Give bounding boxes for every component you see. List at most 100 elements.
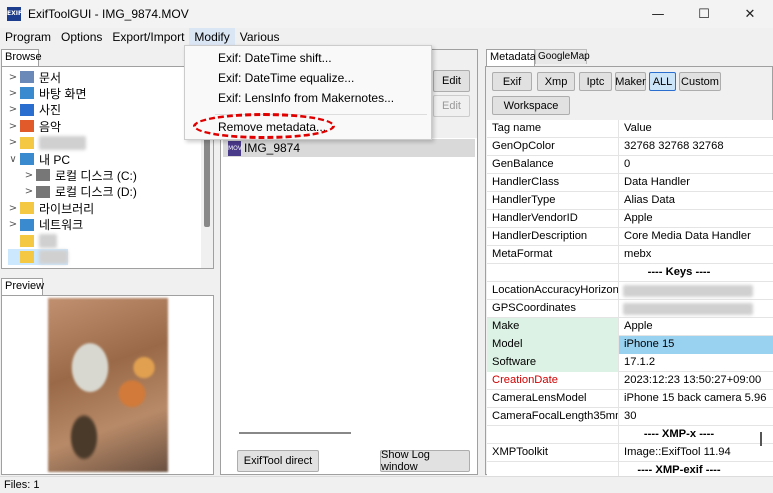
- metadata-row[interactable]: HandlerDescription Core Media Data Handle…: [487, 228, 773, 246]
- tag-value-cell[interactable]: Core Media Data Handler: [619, 228, 773, 246]
- metadata-row[interactable]: GenBalance 0: [487, 156, 773, 174]
- tag-name-cell[interactable]: [487, 264, 619, 282]
- metadata-row[interactable]: HandlerVendorID Apple: [487, 210, 773, 228]
- metadata-row[interactable]: HandlerClass Data Handler: [487, 174, 773, 192]
- metadata-row[interactable]: Model iPhone 15: [487, 336, 773, 354]
- tag-name-cell[interactable]: CameraFocalLength35mm: [487, 408, 619, 426]
- tag-name-cell[interactable]: [487, 426, 619, 444]
- value-header[interactable]: Value: [619, 120, 773, 138]
- xmp-button[interactable]: Xmp: [537, 72, 575, 91]
- tree-item[interactable]: > 로컬 디스크 (C:): [24, 167, 137, 183]
- metadata-row[interactable]: LocationAccuracyHorizont ■■ ■■■■: [487, 282, 773, 300]
- tab-googlemap[interactable]: GoogleMap: [535, 49, 590, 64]
- tag-name-cell[interactable]: GenOpColor: [487, 138, 619, 156]
- tag-name-cell[interactable]: CreationDate: [487, 372, 619, 390]
- tree-item[interactable]: > 사진: [8, 102, 61, 118]
- tag-name-cell[interactable]: LocationAccuracyHorizont: [487, 282, 619, 300]
- chevron-right-icon[interactable]: >: [8, 72, 18, 83]
- tree-item[interactable]: > 로컬 디스크 (D:): [24, 184, 137, 200]
- tag-value-cell[interactable]: Apple: [619, 210, 773, 228]
- tag-value-cell[interactable]: Data Handler: [619, 174, 773, 192]
- tree-item[interactable]: ■ ■: [8, 233, 57, 249]
- menu-options[interactable]: Options: [56, 28, 107, 47]
- workspace-button[interactable]: Workspace: [492, 96, 570, 115]
- tree-item[interactable]: > 네트워크: [8, 217, 83, 233]
- tag-value-cell[interactable]: 2023:12:23 13:50:27+09:00: [619, 372, 773, 390]
- tag-value-cell[interactable]: 32768 32768 32768: [619, 138, 773, 156]
- metadata-row[interactable]: HandlerType Alias Data: [487, 192, 773, 210]
- chevron-right-icon[interactable]: >: [8, 137, 18, 148]
- menu-export-import[interactable]: Export/Import: [107, 28, 189, 47]
- tab-preview[interactable]: Preview: [1, 278, 44, 295]
- tag-name-cell[interactable]: HandlerDescription: [487, 228, 619, 246]
- chevron-right-icon[interactable]: >: [8, 219, 18, 230]
- tag-value-cell[interactable]: 30: [619, 408, 773, 426]
- chevron-right-icon[interactable]: >: [8, 88, 18, 99]
- tag-value-cell[interactable]: iPhone 15 back camera 5.96: [619, 390, 773, 408]
- file-list-hscrollbar[interactable]: [239, 432, 351, 434]
- close-icon[interactable]: ✕: [727, 0, 773, 28]
- maker-button[interactable]: Maker: [615, 72, 646, 91]
- grid-scrollbar[interactable]: [760, 432, 762, 446]
- metadata-grid[interactable]: Tag name Value GenOpColor 32768 32768 327…: [487, 120, 773, 476]
- metadata-row[interactable]: ---- XMP-exif ----: [487, 462, 773, 476]
- all-button[interactable]: ALL: [649, 72, 676, 91]
- metadata-row[interactable]: ---- Keys ----: [487, 264, 773, 282]
- tree-item[interactable]: > ■■ ■■■■: [8, 135, 86, 151]
- tag-value-cell[interactable]: iPhone 15: [619, 336, 773, 354]
- tag-name-cell[interactable]: Make: [487, 318, 619, 336]
- tag-value-cell[interactable]: mebx: [619, 246, 773, 264]
- tag-value-cell[interactable]: ---- Keys ----: [619, 264, 739, 282]
- tag-value-cell[interactable]: 17.1.2: [619, 354, 773, 372]
- tag-name-cell[interactable]: CameraLensModel: [487, 390, 619, 408]
- metadata-row[interactable]: GenOpColor 32768 32768 32768: [487, 138, 773, 156]
- metadata-row[interactable]: ---- XMP-x ----: [487, 426, 773, 444]
- tag-name-cell[interactable]: HandlerType: [487, 192, 619, 210]
- chevron-right-icon[interactable]: >: [8, 203, 18, 214]
- tag-value-cell[interactable]: Apple: [619, 318, 773, 336]
- chevron-right-icon[interactable]: >: [8, 104, 18, 115]
- tag-value-cell[interactable]: ■■ ■■■■: [623, 285, 753, 297]
- tab-metadata[interactable]: Metadata: [486, 49, 536, 66]
- metadata-row[interactable]: CameraLensModel iPhone 15 back camera 5.9…: [487, 390, 773, 408]
- file-row[interactable]: MOV IMG_9874: [223, 139, 475, 157]
- menu-program[interactable]: Program: [0, 28, 56, 47]
- tag-value-cell[interactable]: ---- XMP-x ----: [619, 426, 739, 444]
- tag-name-cell[interactable]: [487, 462, 619, 476]
- tag-name-cell[interactable]: Software: [487, 354, 619, 372]
- custom-button[interactable]: Custom: [679, 72, 721, 91]
- exiftool-direct-button[interactable]: ExifTool direct: [237, 450, 319, 472]
- metadata-row[interactable]: MetaFormat mebx: [487, 246, 773, 264]
- edit-button-disabled[interactable]: Edit: [433, 95, 470, 117]
- show-log-window-button[interactable]: Show Log window: [380, 449, 470, 473]
- tag-name-cell[interactable]: MetaFormat: [487, 246, 619, 264]
- tag-value-cell[interactable]: ■■ ■■■■■ ■■ ■■■ ■■■■■: [623, 303, 753, 315]
- metadata-row[interactable]: CreationDate 2023:12:23 13:50:27+09:00: [487, 372, 773, 390]
- file-list[interactable]: MOV IMG_9874: [221, 138, 477, 474]
- tag-name-cell[interactable]: Model: [487, 336, 619, 354]
- menu-item-lensinfo[interactable]: Exif: LensInfo from Makernotes...: [185, 88, 431, 108]
- tree-item[interactable]: ∨ 내 PC: [8, 151, 70, 167]
- tree-item[interactable]: > 바탕 화면: [8, 85, 87, 101]
- tab-browse[interactable]: Browse: [1, 49, 42, 66]
- tag-name-header[interactable]: Tag name: [487, 120, 619, 138]
- exif-button[interactable]: Exif: [492, 72, 532, 91]
- tag-name-cell[interactable]: HandlerVendorID: [487, 210, 619, 228]
- tag-name-cell[interactable]: HandlerClass: [487, 174, 619, 192]
- metadata-row[interactable]: XMPToolkit Image::ExifTool 11.94: [487, 444, 773, 462]
- maximize-icon[interactable]: ☐: [681, 0, 727, 28]
- tag-value-cell[interactable]: Alias Data: [619, 192, 773, 210]
- edit-button[interactable]: Edit: [433, 70, 470, 92]
- tag-name-cell[interactable]: GPSCoordinates: [487, 300, 619, 318]
- tag-value-cell[interactable]: ---- XMP-exif ----: [619, 462, 739, 476]
- metadata-row[interactable]: GPSCoordinates ■■ ■■■■■ ■■ ■■■ ■■■■■: [487, 300, 773, 318]
- tag-name-cell[interactable]: GenBalance: [487, 156, 619, 174]
- menu-item-datetime-shift[interactable]: Exif: DateTime shift...: [185, 48, 431, 68]
- menu-item-datetime-equalize[interactable]: Exif: DateTime equalize...: [185, 68, 431, 88]
- metadata-row[interactable]: Make Apple: [487, 318, 773, 336]
- tag-value-cell[interactable]: 0: [619, 156, 773, 174]
- tree-item[interactable]: > 문서: [8, 69, 61, 85]
- iptc-button[interactable]: Iptc: [579, 72, 612, 91]
- tag-name-cell[interactable]: XMPToolkit: [487, 444, 619, 462]
- chevron-right-icon[interactable]: >: [24, 170, 34, 181]
